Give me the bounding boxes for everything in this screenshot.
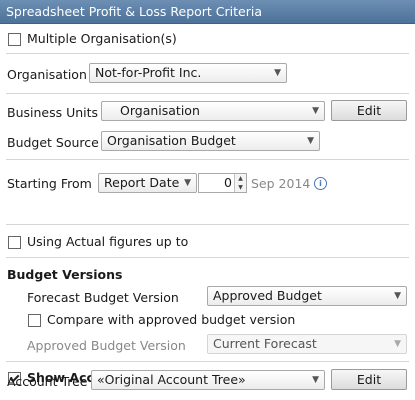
business-units-value: Organisation [120,103,200,118]
approved-version-label: Approved Budget Version [27,338,186,353]
spin-arrows-icon[interactable]: ▲ ▼ [234,174,246,192]
chevron-down-icon: ▼ [274,68,281,78]
starting-from-date: Sep 2014 [251,176,311,191]
criteria-form: Multiple Organisation(s) Organisation No… [0,24,415,400]
divider [6,224,409,225]
starting-from-mode-value: Report Date [104,175,180,190]
account-tree-edit-button[interactable]: Edit [331,369,407,390]
chevron-down-icon: ▼ [307,136,314,146]
forecast-version-label: Forecast Budget Version [27,290,179,305]
approved-version-value: Current Forecast [213,336,317,351]
divider [6,159,409,160]
chevron-down-icon: ▼ [312,106,319,116]
account-tree-label: Account Tree [7,374,88,389]
forecast-version-value: Approved Budget [213,288,322,303]
organisation-select[interactable]: Not-for-Profit Inc. ▼ [89,63,287,83]
business-units-edit-button[interactable]: Edit [331,100,407,121]
info-icon[interactable]: i [314,177,327,190]
use-actual-checkbox[interactable] [8,236,21,249]
divider [6,361,409,362]
budget-versions-heading: Budget Versions [7,267,123,282]
business-units-select[interactable]: Organisation ▼ [101,101,325,121]
starting-from-offset-stepper[interactable]: 0 ▲ ▼ [198,173,247,193]
chevron-down-icon: ▼ [394,339,401,349]
divider [6,53,409,54]
compare-approved-checkbox[interactable] [28,314,41,327]
budget-source-value: Organisation Budget [107,133,236,148]
approved-version-select[interactable]: Current Forecast ▼ [207,334,407,354]
chevron-down-icon: ▼ [312,375,319,385]
dialog-title: Spreadsheet Profit & Loss Report Criteri… [0,0,415,24]
chevron-down-icon: ▼ [394,291,401,301]
starting-from-mode-select[interactable]: Report Date ▼ [98,173,197,193]
multiple-orgs-checkbox[interactable] [8,33,21,46]
organisation-label: Organisation [7,67,87,82]
starting-from-label: Starting From [7,176,92,191]
chevron-down-icon: ▼ [184,178,191,188]
business-units-label: Business Units [7,105,99,120]
organisation-value: Not-for-Profit Inc. [95,65,202,80]
budget-source-label: Budget Source [7,135,99,150]
forecast-version-select[interactable]: Approved Budget ▼ [207,286,407,306]
divider [6,257,409,258]
use-actual-label: Using Actual figures up to [27,234,189,249]
divider [6,93,409,94]
starting-from-offset-value: 0 [224,175,232,190]
compare-approved-label: Compare with approved budget version [47,312,296,327]
account-tree-value: «Original Account Tree» [97,372,246,387]
multiple-orgs-label: Multiple Organisation(s) [27,31,177,46]
budget-source-select[interactable]: Organisation Budget ▼ [101,131,320,151]
account-tree-select[interactable]: «Original Account Tree» ▼ [91,370,325,390]
